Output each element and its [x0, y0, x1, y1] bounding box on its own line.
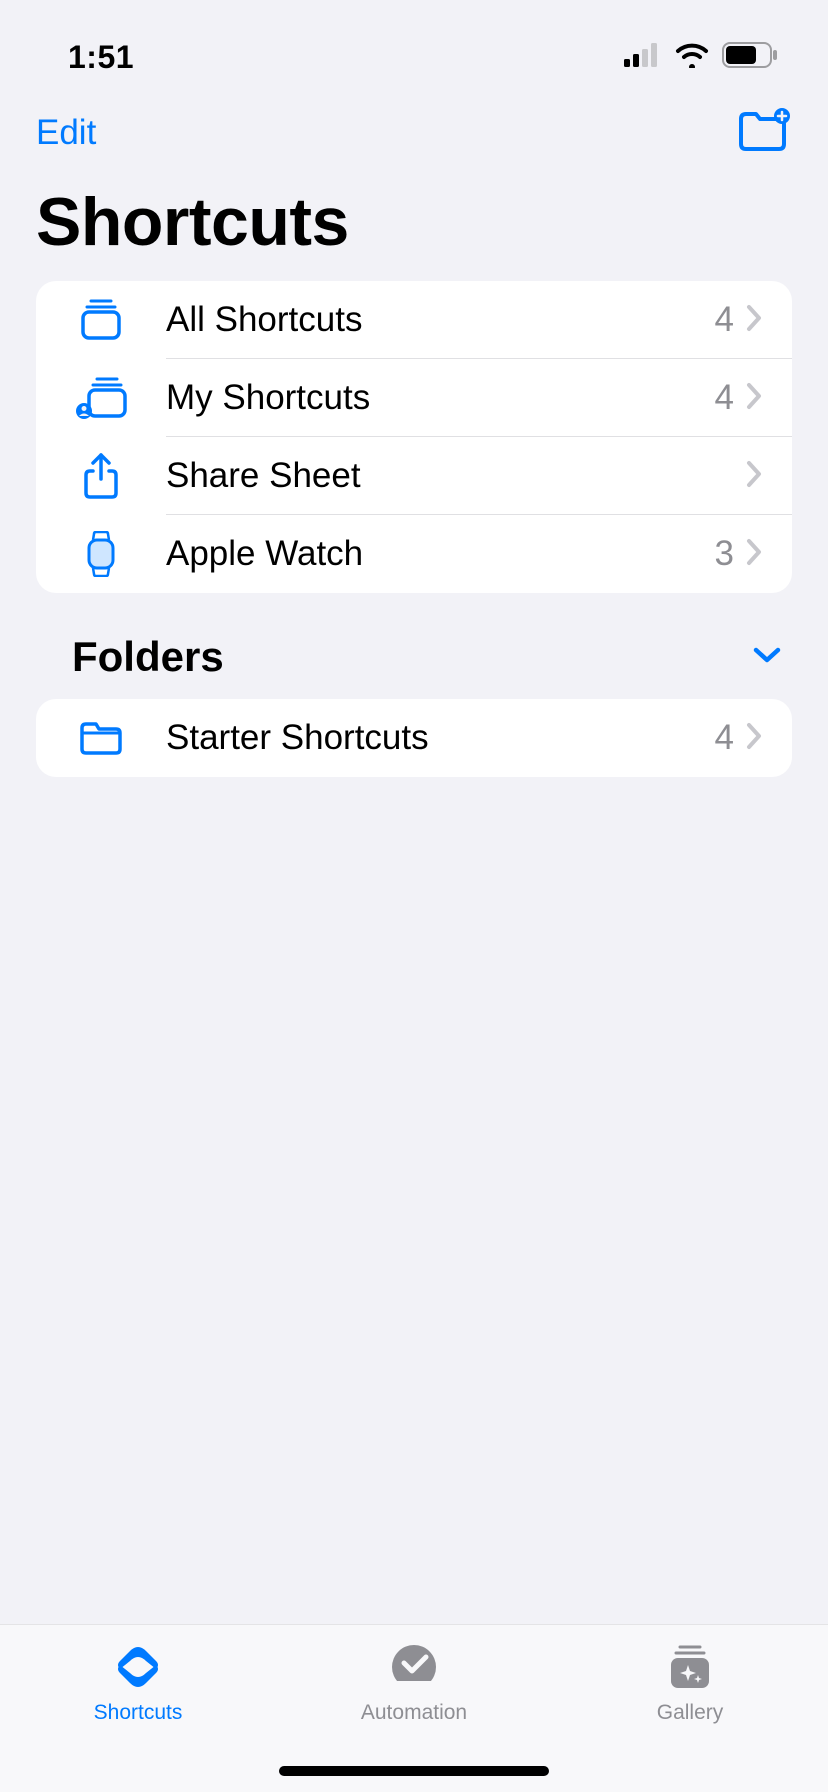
apple-watch-icon	[70, 531, 132, 577]
folder-plus-icon	[738, 108, 792, 152]
tab-label: Gallery	[657, 1701, 724, 1725]
folders-title: Folders	[72, 633, 224, 681]
cellular-icon	[624, 43, 662, 72]
wifi-icon	[674, 42, 710, 73]
chevron-right-icon	[746, 538, 762, 571]
list-item-my-shortcuts[interactable]: My Shortcuts 4	[36, 359, 792, 437]
edit-button[interactable]: Edit	[36, 113, 96, 153]
list-label: Apple Watch	[166, 534, 715, 574]
chevron-right-icon	[746, 460, 762, 493]
list-count: 3	[715, 534, 734, 574]
list-count: 4	[715, 300, 734, 340]
list-label: All Shortcuts	[166, 300, 715, 340]
automation-tab-icon	[390, 1639, 438, 1695]
chevron-down-icon	[752, 646, 782, 669]
my-shortcuts-icon	[70, 376, 132, 420]
gallery-tab-icon	[666, 1639, 714, 1695]
chevron-right-icon	[746, 722, 762, 755]
shortcuts-tab-icon	[112, 1639, 164, 1695]
list-label: My Shortcuts	[166, 378, 715, 418]
status-bar: 1:51	[0, 0, 828, 88]
status-time: 1:51	[68, 39, 134, 76]
chevron-right-icon	[746, 304, 762, 337]
tab-shortcuts[interactable]: Shortcuts	[38, 1639, 238, 1725]
list-count: 4	[715, 378, 734, 418]
nav-bar: Edit	[0, 88, 828, 167]
list-item-share-sheet[interactable]: Share Sheet	[36, 437, 792, 515]
folders-header[interactable]: Folders	[0, 633, 828, 699]
folder-icon	[70, 720, 132, 756]
tab-gallery[interactable]: Gallery	[590, 1639, 790, 1725]
battery-icon	[722, 42, 780, 73]
share-sheet-icon	[70, 453, 132, 499]
tab-label: Automation	[361, 1701, 467, 1725]
list-item-starter-shortcuts[interactable]: Starter Shortcuts 4	[36, 699, 792, 777]
tab-label: Shortcuts	[94, 1701, 183, 1725]
folders-list: Starter Shortcuts 4	[36, 699, 792, 777]
home-indicator	[279, 1766, 549, 1776]
add-folder-button[interactable]	[738, 108, 792, 157]
tab-automation[interactable]: Automation	[314, 1639, 514, 1725]
list-item-all-shortcuts[interactable]: All Shortcuts 4	[36, 281, 792, 359]
chevron-right-icon	[746, 382, 762, 415]
page-title: Shortcuts	[0, 167, 828, 281]
list-count: 4	[715, 718, 734, 758]
list-label: Starter Shortcuts	[166, 718, 715, 758]
list-label: Share Sheet	[166, 456, 734, 496]
categories-list: All Shortcuts 4 My Shortcuts 4	[36, 281, 792, 593]
status-icons	[624, 42, 780, 73]
list-item-apple-watch[interactable]: Apple Watch 3	[36, 515, 792, 593]
all-shortcuts-icon	[70, 298, 132, 342]
